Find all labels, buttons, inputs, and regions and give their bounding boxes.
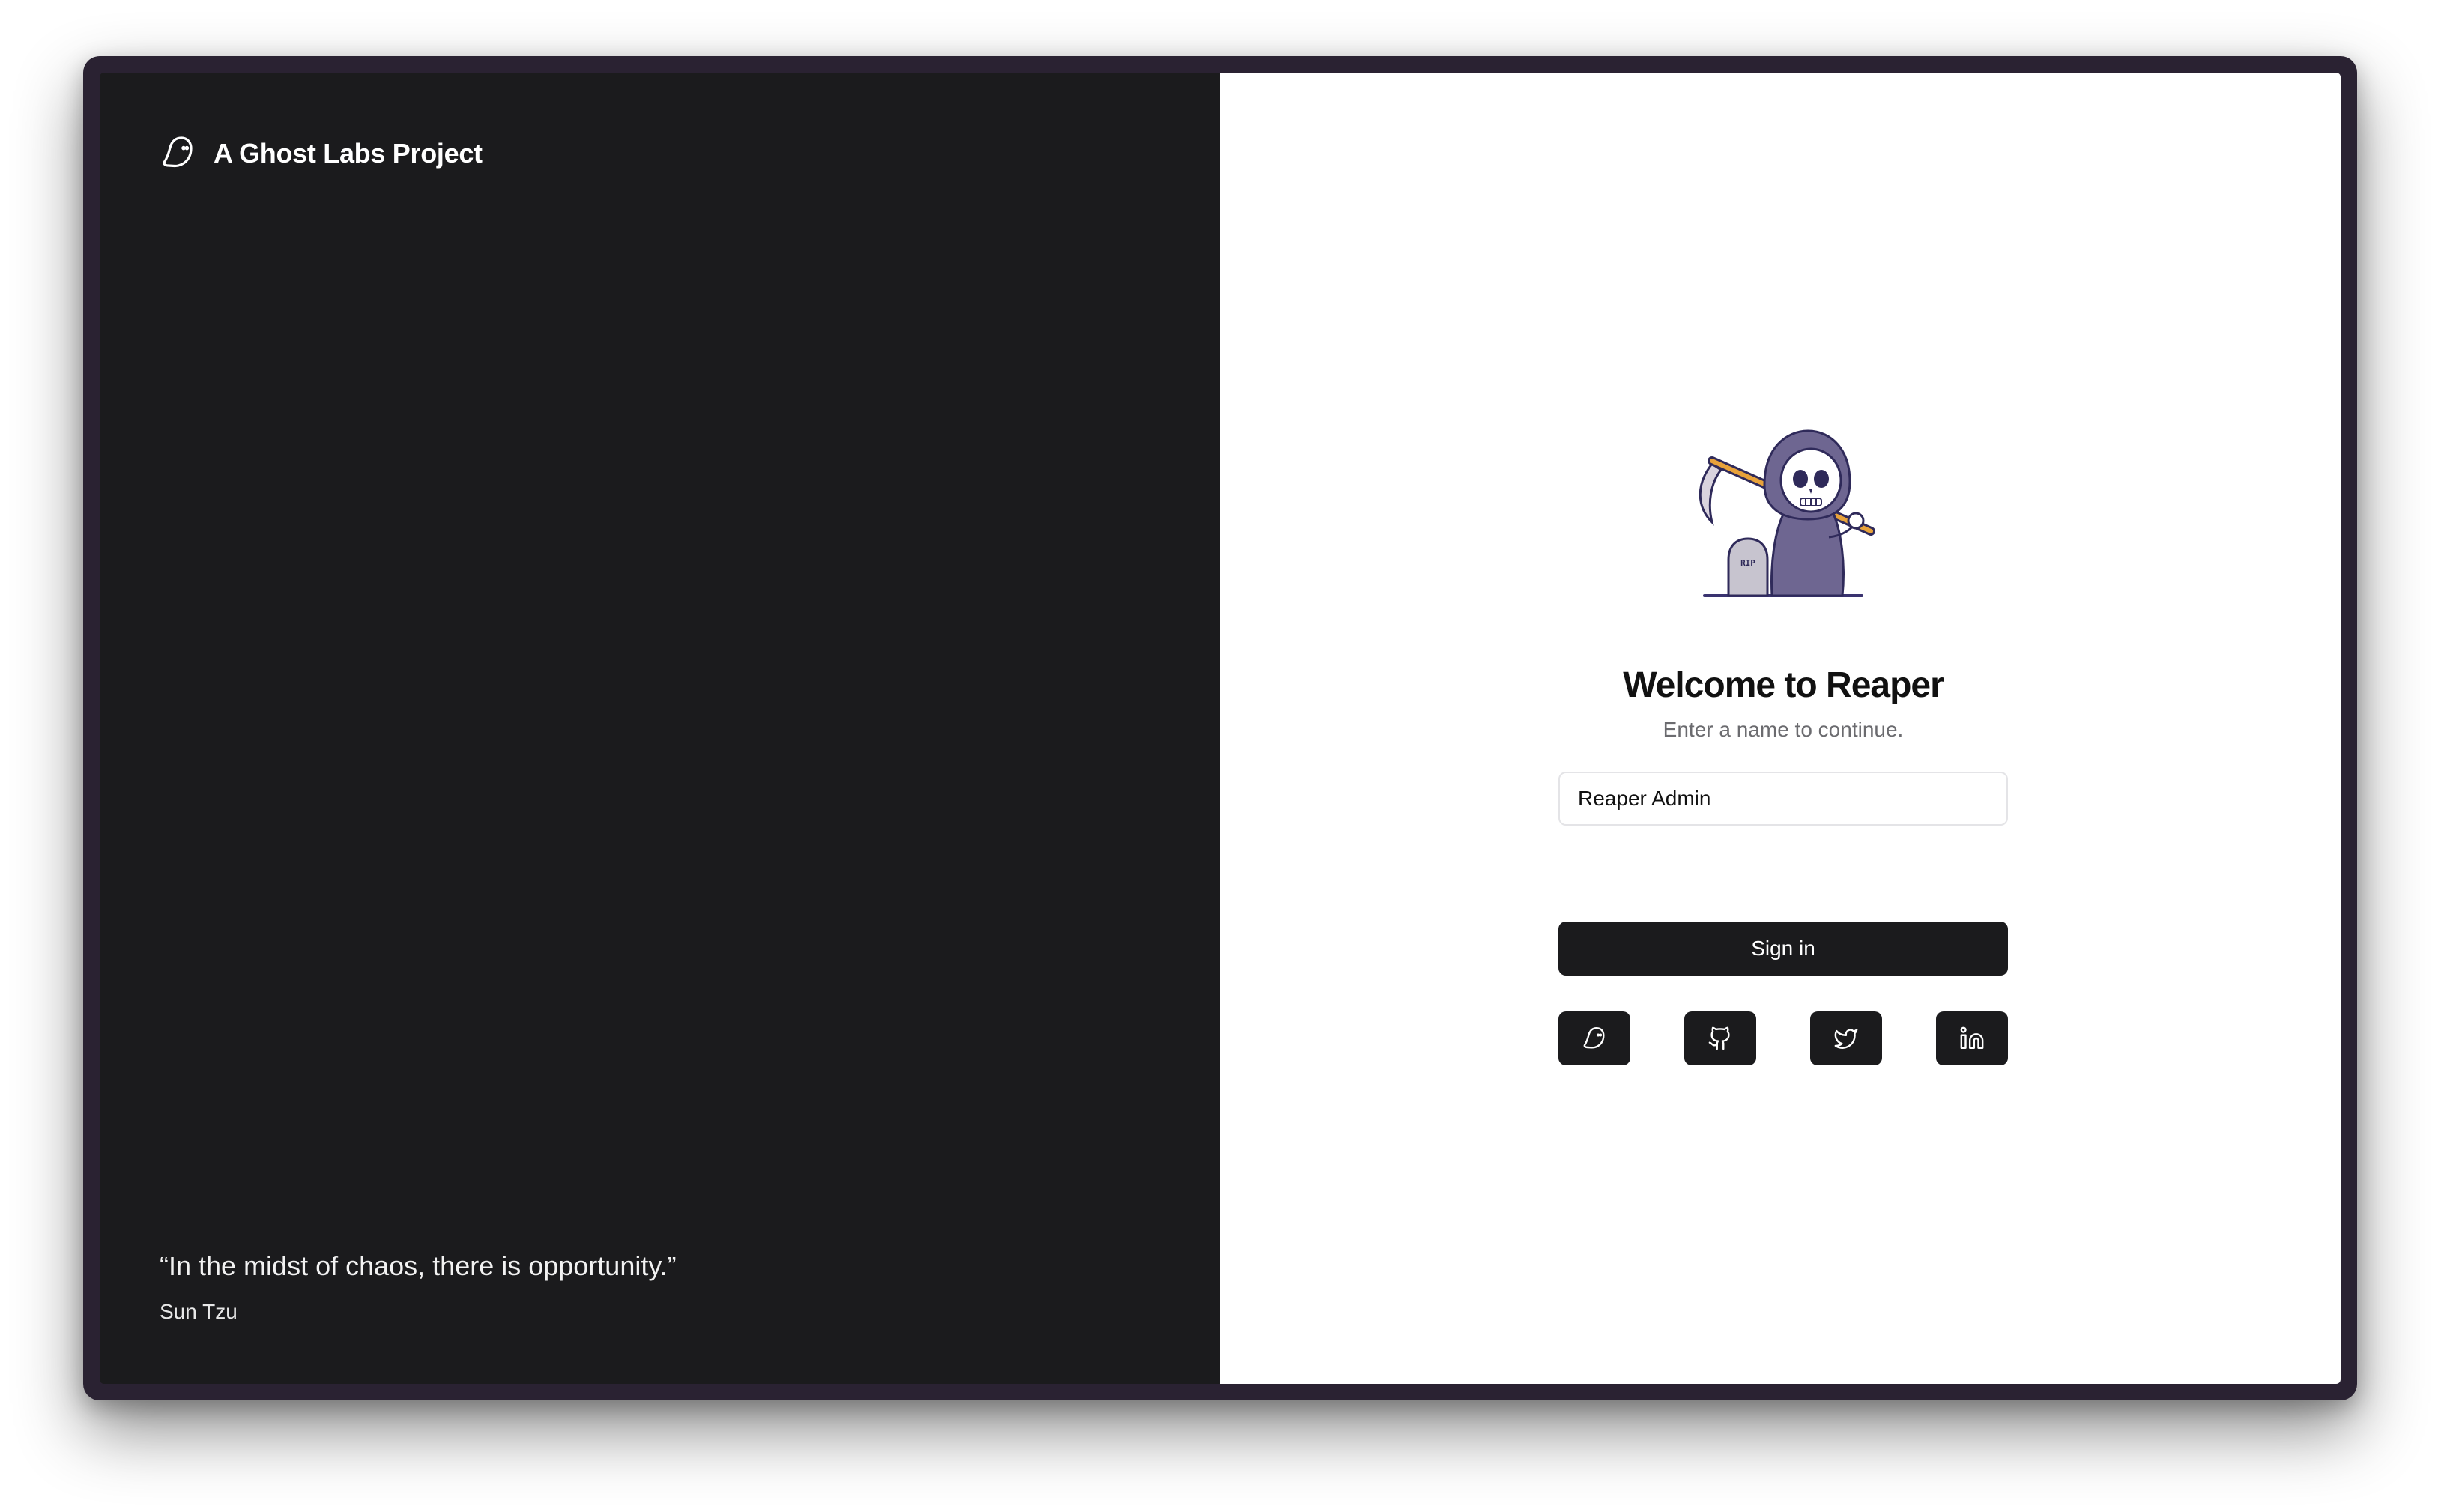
quote-block: “In the midst of chaos, there is opportu… xyxy=(160,1251,677,1324)
screen: A Ghost Labs Project “In the midst of ch… xyxy=(100,73,2341,1384)
grim-reaper-illustration: RIP xyxy=(1699,429,1875,597)
social-buttons xyxy=(1558,1011,2008,1065)
app-window: A Ghost Labs Project “In the midst of ch… xyxy=(83,56,2357,1400)
quote-author: Sun Tzu xyxy=(160,1300,238,1323)
name-input[interactable] xyxy=(1558,772,2008,826)
brand-name: A Ghost Labs Project xyxy=(214,138,483,169)
left-panel: A Ghost Labs Project “In the midst of ch… xyxy=(100,73,1220,1384)
twitter-social-button[interactable] xyxy=(1810,1011,1882,1065)
linkedin-social-button[interactable] xyxy=(1936,1011,2008,1065)
brand: A Ghost Labs Project xyxy=(160,134,483,173)
linkedin-icon xyxy=(1959,1026,1985,1051)
welcome-title: Welcome to Reaper xyxy=(1623,665,1944,705)
ghost-icon xyxy=(1581,1025,1608,1052)
right-panel: RIP Welcome to Reaper Enter a name to co… xyxy=(1220,73,2341,1384)
ghost-social-button[interactable] xyxy=(1558,1011,1630,1065)
auth-form: RIP Welcome to Reaper Enter a name to co… xyxy=(1558,417,2008,1065)
twitter-icon xyxy=(1833,1026,1859,1051)
welcome-subtitle: Enter a name to continue. xyxy=(1663,718,1904,741)
sign-in-button[interactable]: Sign in xyxy=(1558,922,2008,976)
github-social-button[interactable] xyxy=(1684,1011,1756,1065)
quote-text: “In the midst of chaos, there is opportu… xyxy=(160,1251,677,1281)
github-icon xyxy=(1708,1026,1733,1051)
svg-text:RIP: RIP xyxy=(1740,558,1755,568)
ghost-icon xyxy=(160,134,196,173)
